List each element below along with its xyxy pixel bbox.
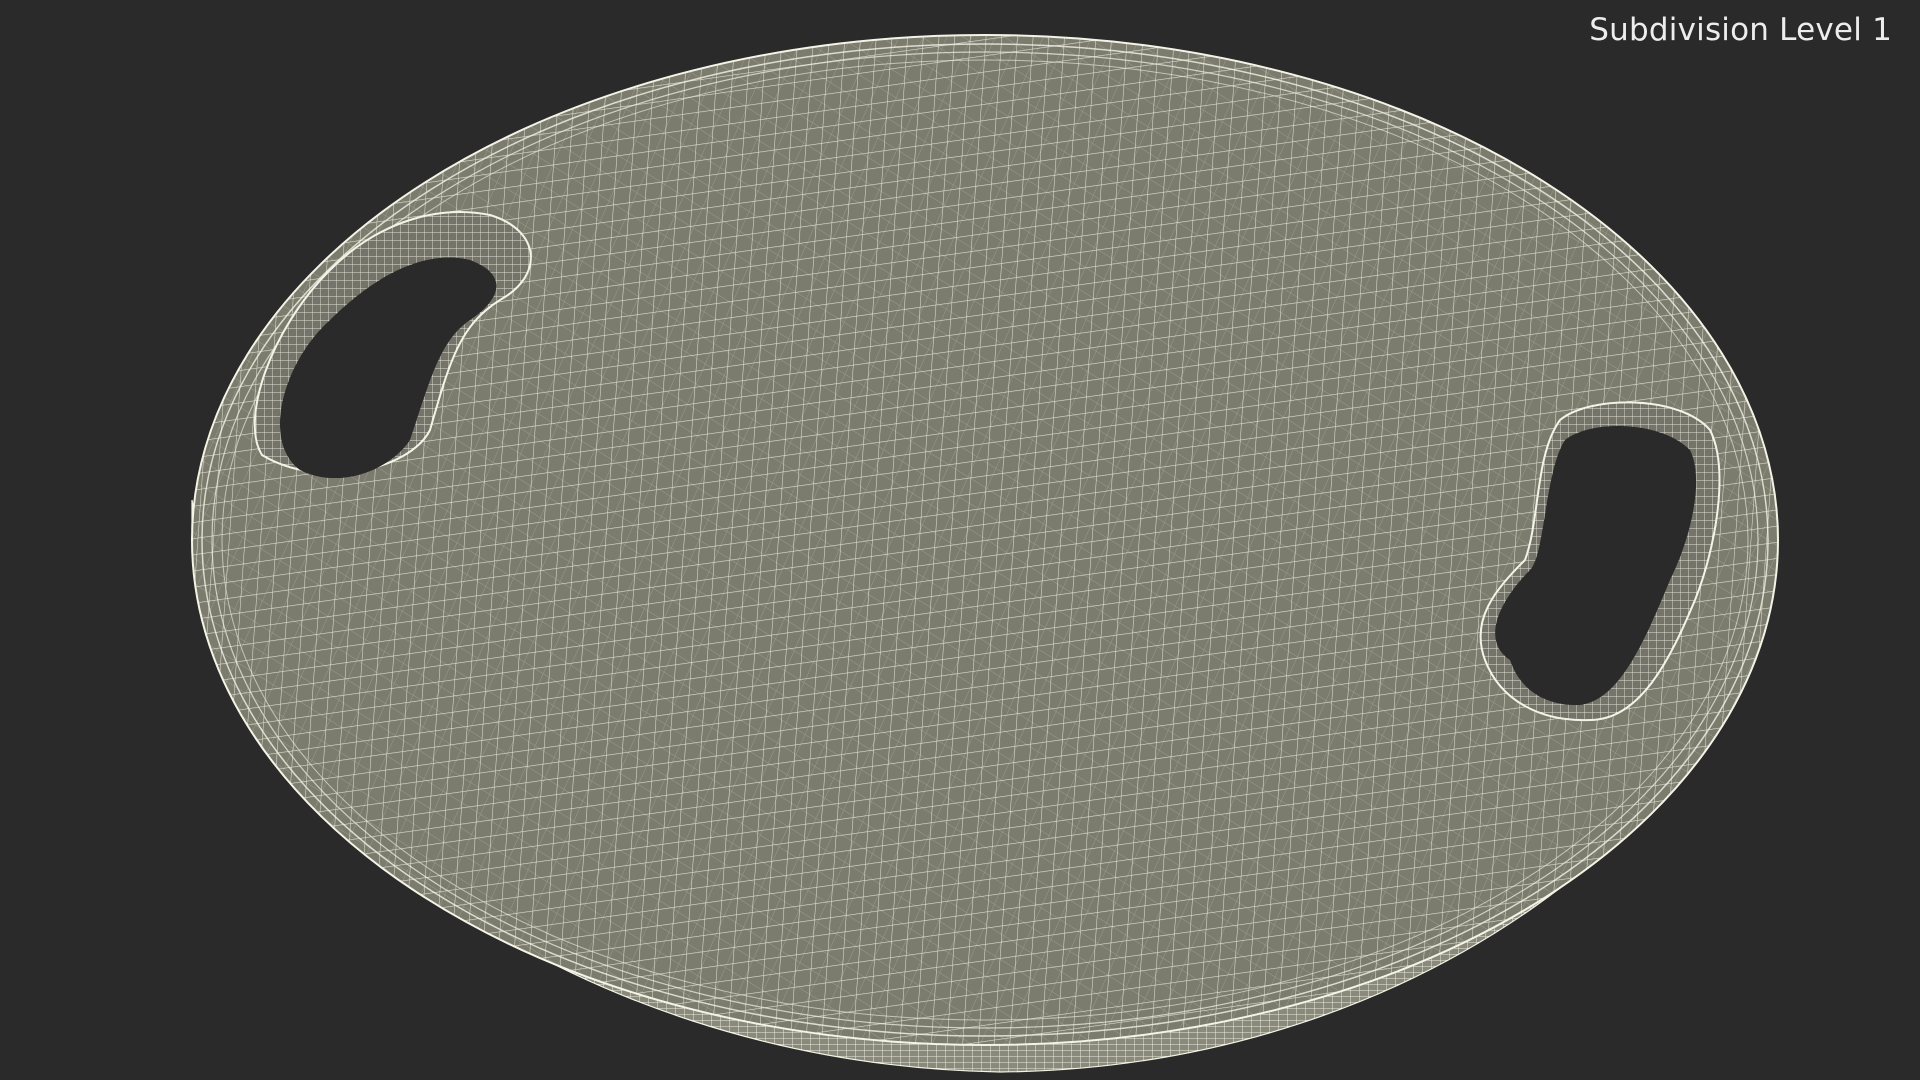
wireframe-board-render [191,34,1779,1073]
render-viewport: Subdivision Level 1 [0,0,1920,1080]
subdivision-level-label: Subdivision Level 1 [1589,12,1892,48]
